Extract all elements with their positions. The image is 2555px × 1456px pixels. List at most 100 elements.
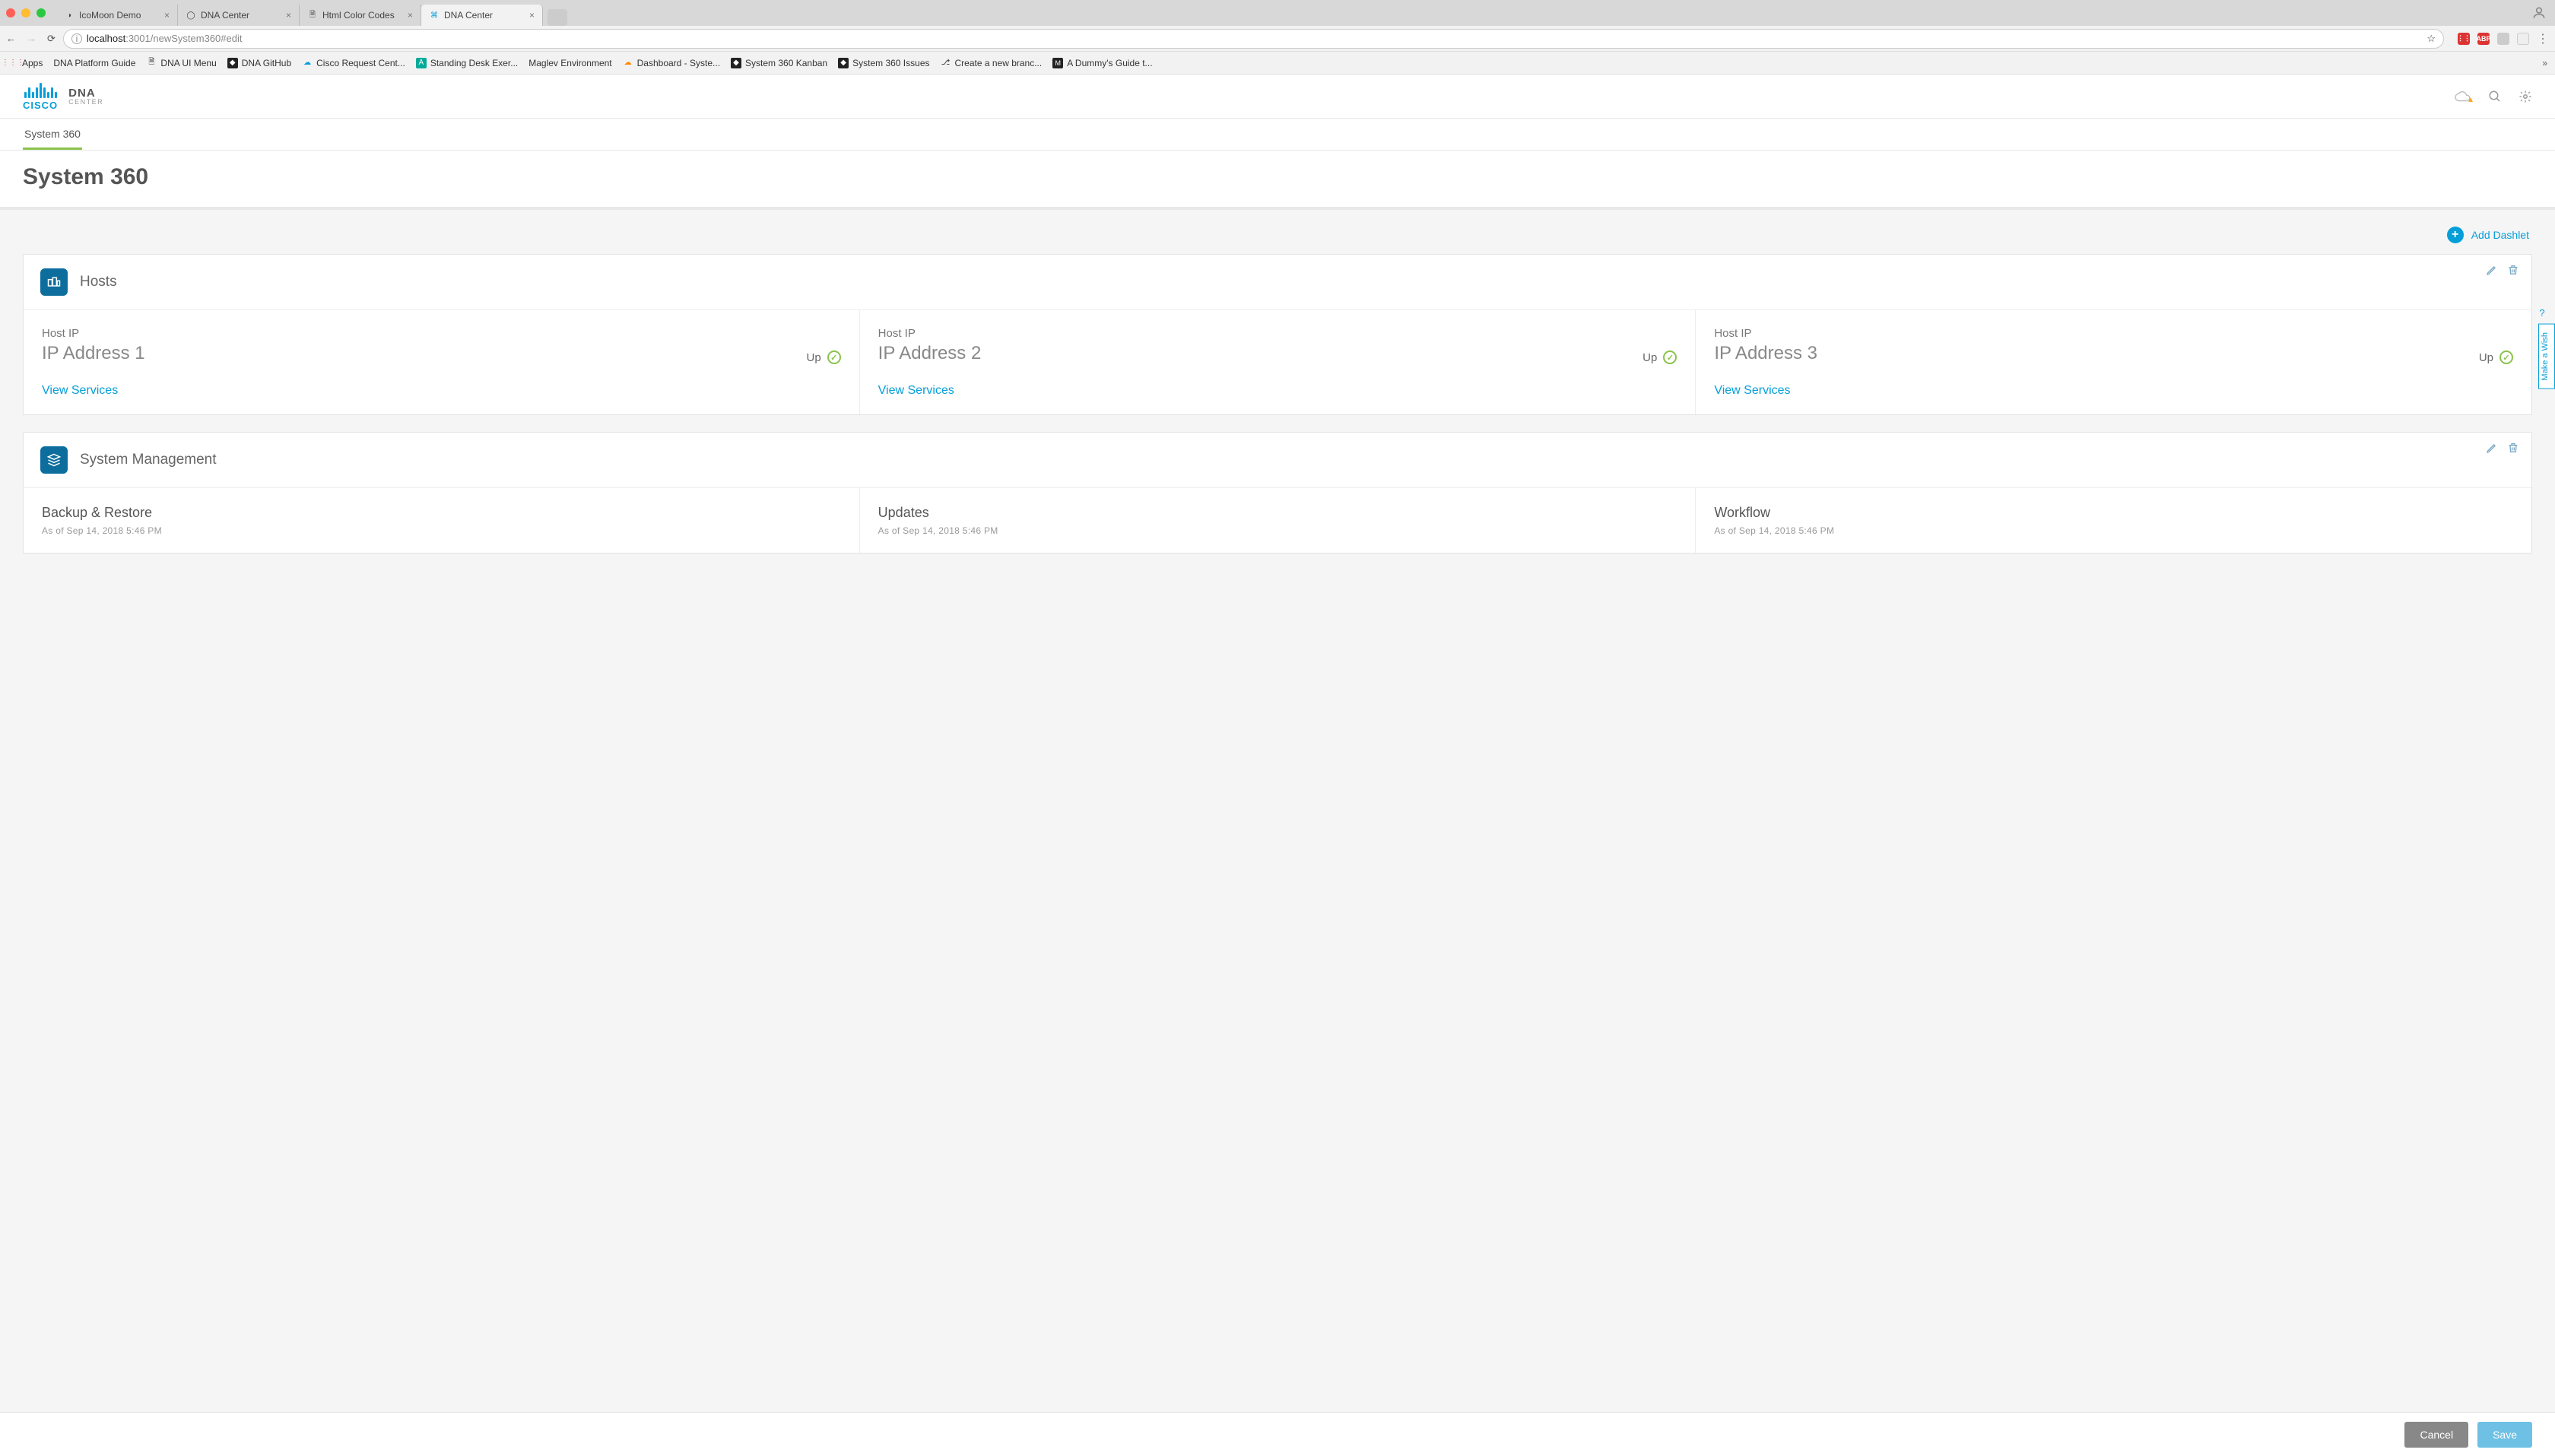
status-text: Up — [2479, 351, 2493, 364]
extensions: ⋮⋮ ABP ⋮ — [2458, 31, 2549, 46]
url-port: :3001 — [125, 33, 151, 44]
back-button[interactable]: ← — [6, 33, 16, 45]
browser-tabs: ◑ IcoMoon Demo × ◯ DNA Center × 🗎 Html C… — [56, 0, 567, 26]
bookmark-item[interactable]: DNA Platform Guide — [53, 58, 135, 68]
url-host: localhost — [87, 33, 125, 44]
bookmark-item[interactable]: ◆DNA GitHub — [227, 58, 291, 68]
make-a-wish-tab[interactable]: Make a Wish — [2538, 324, 2555, 389]
bookmark-label: Maglev Environment — [528, 58, 611, 68]
mgmt-timestamp: As of Sep 14, 2018 5:46 PM — [42, 525, 841, 536]
trash-icon[interactable] — [2507, 442, 2519, 454]
extension-icon[interactable] — [2497, 33, 2509, 45]
host-label: Host IP — [42, 327, 145, 340]
dashlet-actions — [2486, 442, 2519, 454]
dashlet-body: Backup & Restore As of Sep 14, 2018 5:46… — [24, 488, 2531, 553]
dashlet-hosts: Hosts Host IP IP Address 1 Up Vi — [23, 254, 2532, 415]
bookmark-item[interactable]: ◆System 360 Issues — [838, 58, 929, 68]
close-tab-icon[interactable]: × — [408, 10, 413, 21]
address-bar-row: ← → ⟳ i localhost:3001/newSystem360#edit… — [0, 26, 2555, 52]
extension-icon[interactable]: ⋮⋮ — [2458, 33, 2470, 45]
star-icon[interactable]: ☆ — [2426, 33, 2436, 45]
favicon-icon: 🗎 — [307, 10, 318, 21]
traffic-lights — [6, 8, 46, 17]
view-services-link[interactable]: View Services — [878, 384, 1677, 398]
check-circle-icon — [2499, 351, 2513, 364]
warning-icon: ▲ — [2467, 96, 2474, 104]
close-tab-icon[interactable]: × — [164, 10, 170, 21]
plus-icon: + — [2447, 227, 2464, 243]
view-services-link[interactable]: View Services — [1714, 384, 2513, 398]
add-dashlet-row: + Add Dashlet — [23, 222, 2532, 254]
forward-button[interactable]: → — [27, 33, 36, 45]
url-path: /newSystem360#edit — [151, 33, 243, 44]
browser-tab-colors[interactable]: 🗎 Html Color Codes × — [300, 5, 421, 26]
bookmark-label: Cisco Request Cent... — [316, 58, 405, 68]
mgmt-cell: Backup & Restore As of Sep 14, 2018 5:46… — [24, 488, 860, 553]
bookmark-item[interactable]: AStanding Desk Exer... — [416, 58, 518, 68]
cloud-status-icon[interactable]: ▲ — [2455, 90, 2471, 103]
browser-menu-icon[interactable]: ⋮ — [2537, 31, 2549, 46]
site-info-icon[interactable]: i — [71, 33, 82, 44]
favicon-icon: ◯ — [186, 10, 196, 21]
bookmark-item[interactable]: ☁Dashboard - Syste... — [623, 58, 720, 68]
favicon-icon: ⌘ — [429, 10, 440, 21]
mgmt-cell: Updates As of Sep 14, 2018 5:46 PM — [860, 488, 1696, 553]
extension-icon[interactable] — [2517, 33, 2529, 45]
cancel-button[interactable]: Cancel — [2404, 1422, 2468, 1448]
close-tab-icon[interactable]: × — [286, 10, 291, 21]
mgmt-title: Backup & Restore — [42, 505, 841, 521]
dashlet-actions — [2486, 264, 2519, 276]
save-button[interactable]: Save — [2477, 1422, 2532, 1448]
dashlet-title: Hosts — [80, 274, 117, 290]
host-cell: Host IP IP Address 2 Up View Services — [860, 310, 1696, 414]
bookmark-item[interactable]: 🗎DNA UI Menu — [146, 58, 216, 68]
reload-button[interactable]: ⟳ — [47, 33, 56, 45]
close-tab-icon[interactable]: × — [529, 10, 535, 21]
bookmark-item[interactable]: ⎇Create a new branc... — [941, 58, 1043, 68]
edit-icon[interactable] — [2486, 264, 2498, 276]
view-services-link[interactable]: View Services — [42, 384, 841, 398]
header-actions: ▲ — [2455, 90, 2532, 103]
browser-tab-icomoon[interactable]: ◑ IcoMoon Demo × — [56, 5, 178, 26]
status-text: Up — [806, 351, 820, 364]
edit-icon[interactable] — [2486, 442, 2498, 454]
mgmt-cell: Workflow As of Sep 14, 2018 5:46 PM — [1696, 488, 2531, 553]
browser-tab-dna-1[interactable]: ◯ DNA Center × — [178, 5, 300, 26]
maximize-window-icon[interactable] — [36, 8, 46, 17]
gear-icon[interactable] — [2518, 90, 2532, 103]
bookmark-apps[interactable]: ⋮⋮⋮Apps — [8, 58, 43, 68]
dna-line1: DNA — [68, 87, 103, 99]
bookmarks-overflow-icon[interactable]: » — [2542, 58, 2547, 68]
app-header: CISCO DNA CENTER ▲ — [0, 75, 2555, 119]
browser-tab-dna-active[interactable]: ⌘ DNA Center × — [421, 5, 543, 26]
bookmark-label: Standing Desk Exer... — [430, 58, 518, 68]
close-window-icon[interactable] — [6, 8, 15, 17]
new-tab-button[interactable] — [548, 9, 567, 26]
tab-system-360[interactable]: System 360 — [23, 119, 82, 150]
check-circle-icon — [1663, 351, 1677, 364]
cisco-logo[interactable]: CISCO DNA CENTER — [23, 81, 103, 111]
bookmark-item[interactable]: ◆System 360 Kanban — [731, 58, 827, 68]
tab-title: IcoMoon Demo — [79, 10, 160, 21]
browser-chrome: ◑ IcoMoon Demo × ◯ DNA Center × 🗎 Html C… — [0, 0, 2555, 75]
add-dashlet-button[interactable]: + Add Dashlet — [2447, 227, 2529, 243]
bookmark-item[interactable]: ☁Cisco Request Cent... — [302, 58, 405, 68]
trash-icon[interactable] — [2507, 264, 2519, 276]
check-circle-icon — [827, 351, 841, 364]
bookmark-label: Apps — [22, 58, 43, 68]
search-icon[interactable] — [2488, 90, 2502, 103]
add-dashlet-label: Add Dashlet — [2471, 229, 2529, 241]
profile-icon[interactable] — [2529, 3, 2549, 23]
help-button[interactable]: ? — [2535, 306, 2549, 319]
minimize-window-icon[interactable] — [21, 8, 30, 17]
bookmark-item[interactable]: Maglev Environment — [528, 58, 611, 68]
host-ip: IP Address 1 — [42, 343, 145, 364]
dashlet-header: System Management — [24, 433, 2531, 488]
host-status: Up — [806, 351, 840, 364]
host-label: Host IP — [1714, 327, 1817, 340]
dashlet-header: Hosts — [24, 255, 2531, 310]
abp-extension-icon[interactable]: ABP — [2477, 33, 2490, 45]
bookmarks-bar: ⋮⋮⋮Apps DNA Platform Guide 🗎DNA UI Menu … — [0, 52, 2555, 75]
bookmark-item[interactable]: MA Dummy's Guide t... — [1052, 58, 1152, 68]
address-bar[interactable]: i localhost:3001/newSystem360#edit ☆ — [63, 29, 2444, 49]
